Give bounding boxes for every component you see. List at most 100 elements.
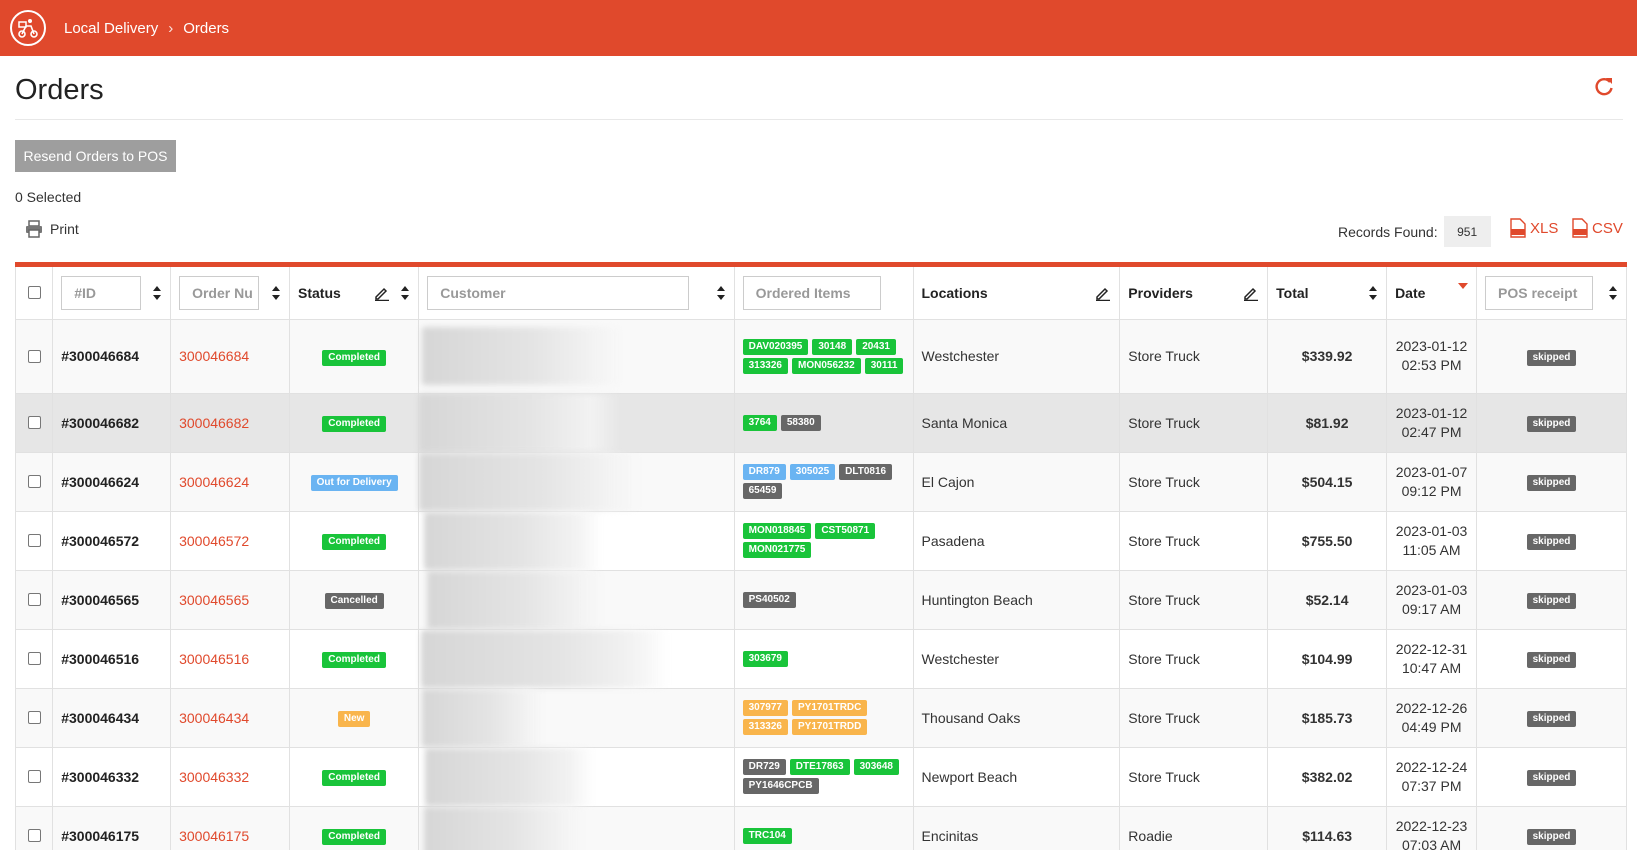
sort-descending-icon[interactable] — [1458, 282, 1469, 291]
location: Huntington Beach — [921, 591, 1033, 608]
row-checkbox[interactable] — [27, 475, 41, 488]
top-bar: Local Delivery › Orders — [0, 0, 1637, 56]
status-badge: Completed — [322, 416, 386, 432]
order-number-link[interactable]: 300046684 — [179, 348, 249, 364]
location: Pasadena — [921, 532, 985, 549]
sort-icon[interactable] — [716, 285, 726, 301]
item-badge: DAV020395 — [742, 338, 809, 355]
row-checkbox[interactable] — [27, 416, 41, 429]
resend-orders-button[interactable]: Resend Orders to POS — [15, 140, 176, 172]
item-badge: PY1701TRDD — [792, 719, 868, 735]
table-row[interactable]: #300046516 300046516 Completed 303679 Westch… — [14, 629, 1627, 689]
status-header: Status — [298, 284, 341, 301]
row-checkbox[interactable] — [27, 349, 41, 363]
customer-redacted — [422, 688, 546, 747]
delivery-logo-icon[interactable] — [10, 10, 46, 46]
table-row[interactable]: #300046684 300046684 Completed DAV020395 301… — [14, 319, 1627, 394]
sort-icon[interactable] — [152, 285, 162, 301]
item-badge: MON021775 — [742, 542, 812, 558]
sort-icon[interactable] — [1608, 285, 1618, 301]
order-date: 2023-01-07 — [1395, 463, 1468, 480]
order-time: 09:12 PM — [1401, 482, 1462, 499]
order-time: 02:47 PM — [1401, 423, 1462, 440]
customer-filter-input[interactable]: Customer — [427, 275, 690, 310]
table-row[interactable]: #300046175 300046175 Completed TRC104 Encini… — [14, 806, 1627, 850]
sort-icon[interactable] — [400, 285, 410, 301]
row-checkbox[interactable] — [27, 593, 41, 606]
order-id: #300046516 — [61, 650, 140, 667]
provider: Store Truck — [1128, 473, 1200, 490]
order-time: 07:37 PM — [1401, 777, 1462, 794]
edit-pencil-icon[interactable] — [1095, 285, 1111, 301]
sort-icon[interactable] — [1368, 285, 1378, 301]
table-row[interactable]: #300046332 300046332 Completed DR729 DTE1786… — [14, 747, 1627, 807]
table-row[interactable]: #300046682 300046682 Completed 3764 58380 San… — [14, 393, 1627, 453]
xls-label: XLS — [1530, 219, 1559, 237]
item-badge: 303648 — [853, 759, 899, 775]
edit-pencil-icon[interactable] — [374, 285, 390, 301]
provider: Store Truck — [1128, 532, 1200, 549]
order-number-link[interactable]: 300046624 — [179, 474, 249, 490]
pos-status-badge: skipped — [1526, 829, 1577, 845]
export-csv-button[interactable]: CSV — [1572, 218, 1623, 238]
order-number-link[interactable]: 300046682 — [179, 415, 249, 431]
order-total: $504.15 — [1301, 473, 1353, 490]
provider: Roadie — [1128, 827, 1173, 844]
id-filter-input[interactable]: #ID — [61, 275, 142, 310]
refresh-icon[interactable] — [1593, 76, 1617, 100]
pos-status-badge: skipped — [1526, 711, 1577, 727]
breadcrumb-local-delivery[interactable]: Local Delivery — [64, 20, 158, 37]
orders-table: #ID Order Nu Status Customer Ordered Ite… — [14, 262, 1627, 850]
select-all-checkbox[interactable] — [27, 286, 41, 300]
pos-status-badge: skipped — [1526, 652, 1577, 668]
print-label: Print — [50, 221, 79, 237]
order-number-link[interactable]: 300046332 — [179, 769, 249, 785]
customer-redacted — [422, 327, 623, 385]
order-number-link[interactable]: 300046434 — [179, 710, 249, 726]
location: Santa Monica — [921, 414, 1008, 431]
order-id: #300046684 — [61, 348, 140, 364]
table-row[interactable]: #300046565 300046565 Cancelled PS40502 Hunti… — [14, 570, 1627, 630]
row-checkbox[interactable] — [27, 770, 41, 783]
title-divider — [15, 119, 1623, 120]
ordered-items-list: TRC104 — [742, 827, 905, 844]
pos-status-badge: skipped — [1526, 770, 1577, 786]
table-row[interactable]: #300046572 300046572 Completed MON018845 CST… — [14, 511, 1627, 571]
export-xls-button[interactable]: XLS — [1510, 218, 1558, 238]
row-checkbox[interactable] — [27, 652, 41, 665]
item-badge: 3764 — [742, 414, 777, 431]
item-badge: MON056232 — [792, 357, 861, 374]
location: Encinitas — [921, 827, 979, 844]
customer-redacted — [419, 452, 640, 511]
item-badge: 313326 — [742, 357, 788, 374]
item-badge: MON018845 — [742, 523, 812, 539]
row-checkbox[interactable] — [27, 829, 41, 842]
table-row[interactable]: #300046624 300046624 Out for Delivery DR879… — [14, 452, 1627, 512]
locations-header: Locations — [921, 284, 988, 301]
item-badge: DR879 — [742, 464, 786, 480]
edit-pencil-icon[interactable] — [1243, 285, 1259, 301]
print-button[interactable]: Print — [25, 220, 79, 238]
ordered-items-filter-input[interactable]: Ordered Items — [742, 275, 881, 310]
table-row[interactable]: #300046434 300046434 New 307977 PY1701TRDC 31… — [14, 688, 1627, 748]
sort-icon[interactable] — [271, 285, 281, 301]
location: Westchester — [921, 650, 1000, 667]
order-number-link[interactable]: 300046175 — [179, 828, 249, 844]
order-number-filter-input[interactable]: Order Nu — [179, 275, 260, 310]
order-number-link[interactable]: 300046565 — [179, 592, 249, 608]
order-number-link[interactable]: 300046516 — [179, 651, 249, 667]
provider: Store Truck — [1128, 591, 1200, 608]
row-checkbox[interactable] — [27, 711, 41, 724]
pos-receipt-filter-input[interactable]: POS receipt — [1485, 275, 1594, 310]
order-time: 10:47 AM — [1401, 659, 1462, 676]
item-badge: DR729 — [742, 759, 786, 775]
records-count: 951 — [1443, 216, 1491, 247]
location: Westchester — [921, 348, 1000, 364]
order-number-link[interactable]: 300046572 — [179, 533, 249, 549]
ordered-items-list: 303679 — [742, 650, 905, 667]
order-time: 04:49 PM — [1401, 718, 1462, 735]
order-total: $382.02 — [1301, 768, 1353, 785]
ordered-items-list: MON018845 CST50871 MON021775 — [742, 523, 905, 558]
row-checkbox[interactable] — [27, 534, 41, 547]
status-badge: Completed — [322, 652, 386, 668]
